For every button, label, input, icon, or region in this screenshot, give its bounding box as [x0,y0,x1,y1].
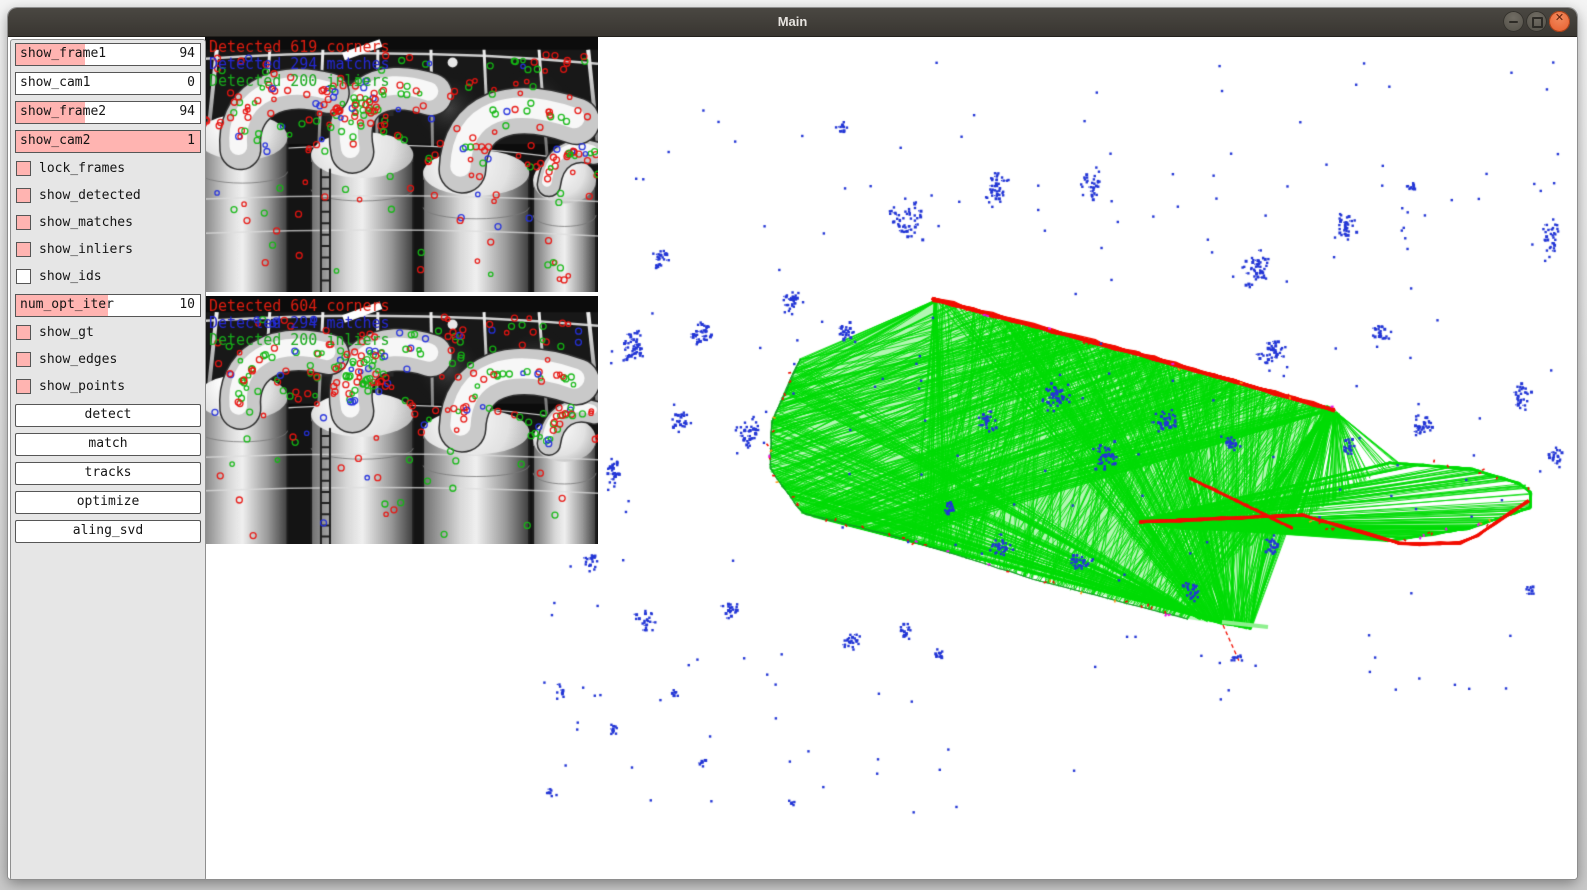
checkbox-box [16,269,31,284]
window-content: show_frame194show_cam10show_frame294show… [8,37,1577,879]
checkbox-box [16,161,31,176]
slider-label: num_opt_iter [20,295,114,314]
control-panel: show_frame194show_cam10show_frame294show… [10,39,206,879]
button-label: tracks [85,465,132,480]
slider-label: show_cam2 [20,131,90,150]
slider-value: 0 [187,73,195,92]
checkbox-label: show_points [39,377,125,396]
close-button[interactable]: ✕ [1549,11,1570,32]
checkbox-box [16,242,31,257]
camera-view-1[interactable] [205,37,598,292]
button-label: match [88,436,127,451]
checkbox-box [16,215,31,230]
slider-show_cam2[interactable]: show_cam2 1 [15,130,201,153]
checkbox-show_gt[interactable]: show_gt [15,323,201,344]
button-detect[interactable]: detect [15,404,201,427]
checkbox-label: show_inliers [39,240,133,259]
slider-show_frame2[interactable]: show_frame2 94 [15,101,201,124]
checkbox-label: show_ids [39,267,102,286]
button-tracks[interactable]: tracks [15,462,201,485]
button-match[interactable]: match [15,433,201,456]
camera-view-2[interactable] [205,296,598,544]
slider-show_frame1[interactable]: show_frame1 94 [15,43,201,66]
checkbox-box [16,188,31,203]
checkbox-box [16,379,31,394]
window-title: Main [8,8,1577,36]
checkbox-box [16,352,31,367]
slider-value: 94 [179,102,195,121]
checkbox-show_ids[interactable]: show_ids [15,267,201,288]
maximize-button[interactable] [1526,11,1547,32]
slider-label: show_frame1 [20,44,106,63]
checkbox-label: show_matches [39,213,133,232]
checkbox-show_edges[interactable]: show_edges [15,350,201,371]
checkbox-show_matches[interactable]: show_matches [15,213,201,234]
slider-value: 1 [187,131,195,150]
checkbox-label: show_detected [39,186,141,205]
button-label: aling_svd [73,523,143,538]
checkbox-label: show_gt [39,323,94,342]
minimize-icon [1509,21,1518,23]
main-window: Main ✕ show_frame1 94 show_cam1 0 show_frame… [8,8,1577,879]
button-label: detect [85,407,132,422]
titlebar[interactable]: Main ✕ [8,8,1577,37]
checkbox-show_detected[interactable]: show_detected [15,186,201,207]
window-controls: ✕ [1503,11,1570,32]
button-aling_svd[interactable]: aling_svd [15,520,201,543]
minimize-button[interactable] [1503,11,1524,32]
close-icon: ✕ [1549,11,1570,32]
slider-num_opt_iter[interactable]: num_opt_iter 10 [15,294,201,317]
button-optimize[interactable]: optimize [15,491,201,514]
checkbox-label: lock_frames [39,159,125,178]
maximize-icon [1532,17,1543,28]
slider-value: 94 [179,44,195,63]
desktop-background: { "window": { "title": "Main", "controls… [0,0,1587,890]
button-label: optimize [77,494,140,509]
checkbox-lock_frames[interactable]: lock_frames [15,159,201,180]
checkbox-box [16,325,31,340]
slider-show_cam1[interactable]: show_cam1 0 [15,72,201,95]
checkbox-label: show_edges [39,350,117,369]
checkbox-show_points[interactable]: show_points [15,377,201,398]
slider-label: show_frame2 [20,102,106,121]
checkbox-show_inliers[interactable]: show_inliers [15,240,201,261]
slider-label: show_cam1 [20,73,90,92]
slider-value: 10 [179,295,195,314]
